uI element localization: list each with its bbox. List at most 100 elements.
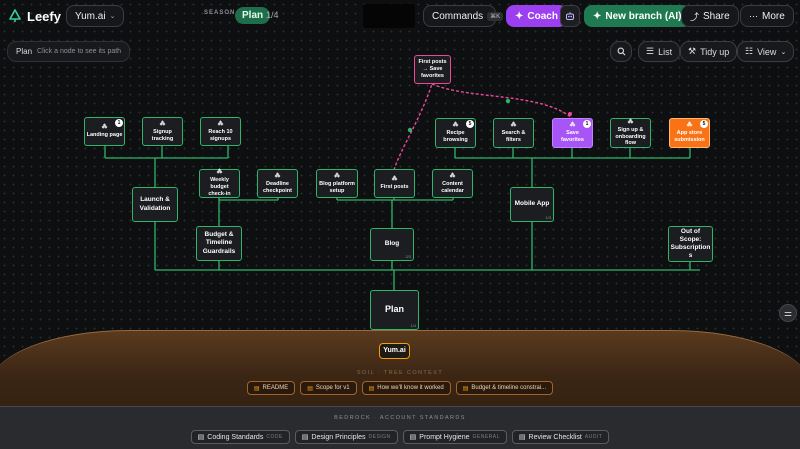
soil-tag[interactable]: ▤ Budget & timeline constrai... bbox=[455, 381, 554, 395]
soil-tags: ▤ README ▤ Scope for v1 ▤ How we'll know it… bbox=[0, 381, 800, 395]
link-node[interactable]: First posts → Save favorites bbox=[414, 55, 451, 84]
coach-button[interactable]: ✦ Coach bbox=[506, 5, 567, 27]
node-save-favorites[interactable]: ⁂ Save favorites 1 bbox=[552, 118, 593, 148]
chevron-down-icon: ⌄ bbox=[109, 13, 116, 20]
soil-tag-label: Scope for v1 bbox=[315, 385, 350, 391]
project-name: Yum.ai bbox=[75, 10, 106, 22]
doc-icon: ▤ bbox=[368, 385, 375, 392]
node-label: Content calendar bbox=[441, 180, 464, 194]
wand-icon: ⚒ bbox=[688, 46, 697, 56]
node-badge: 5 bbox=[466, 120, 474, 128]
bedrock-tag-category: AUDIT bbox=[584, 434, 603, 440]
node-plan[interactable]: Plan 1/4 bbox=[370, 290, 419, 330]
node-badge: 1 bbox=[115, 119, 123, 127]
soil-tag[interactable]: ▤ How we'll know it worked bbox=[361, 381, 451, 395]
node-label: Yum.ai bbox=[383, 346, 406, 354]
layout-toggle-button[interactable]: ⚌ bbox=[779, 304, 797, 322]
link-label: First posts → Save favorites bbox=[418, 59, 447, 79]
node-launch-validation[interactable]: Launch & Validation bbox=[132, 187, 178, 222]
hint-text: Click a node to see its path bbox=[37, 48, 122, 55]
bedrock-tag[interactable]: ▤ Review Checklist AUDIT bbox=[511, 430, 610, 444]
node-label: Blog platform setup bbox=[319, 180, 355, 194]
node-signup-tracking[interactable]: ⁂ Signup tracking bbox=[142, 117, 183, 146]
season-count: 1/4 bbox=[266, 10, 279, 20]
soil-tag[interactable]: ▤ Scope for v1 bbox=[300, 381, 357, 395]
node-label: Reach 10 signups bbox=[208, 128, 233, 142]
season-selector[interactable]: Plan bbox=[235, 7, 271, 24]
more-button[interactable]: ⋯ More bbox=[740, 5, 794, 27]
share-button[interactable]: ⤴ Share bbox=[681, 5, 739, 27]
node-label: Blog bbox=[384, 240, 400, 248]
leaf-icon: ⁂ bbox=[216, 169, 223, 176]
bedrock-tag-label: Prompt Hygiene bbox=[419, 433, 470, 441]
coach-label: Coach bbox=[527, 10, 558, 22]
redacted-area bbox=[363, 4, 415, 28]
doc-icon: ▤ bbox=[518, 434, 526, 441]
node-label: Search & filters bbox=[501, 130, 526, 143]
bedrock-tag[interactable]: ▤ Coding Standards CODE bbox=[190, 430, 290, 444]
sparkle-icon: ✦ bbox=[593, 10, 602, 22]
soil-tag[interactable]: ▤ README bbox=[246, 381, 296, 395]
leaf-icon: ⁂ bbox=[334, 172, 340, 179]
bot-button[interactable] bbox=[560, 5, 580, 27]
view-button[interactable]: ☷ View ⌄ bbox=[737, 41, 795, 62]
bedrock-tag[interactable]: ▤ Prompt Hygiene GENERAL bbox=[402, 430, 507, 444]
commands-button[interactable]: Commands ⌘K bbox=[423, 5, 504, 27]
bedrock-tag-category: CODE bbox=[266, 434, 283, 440]
chevron-down-icon: ⌄ bbox=[780, 48, 787, 56]
leaf-icon: ⁂ bbox=[686, 122, 693, 129]
node-landing-page[interactable]: ⁂ Landing page 1 bbox=[84, 117, 125, 146]
root-node-yum[interactable]: Yum.ai bbox=[379, 343, 410, 359]
node-out-of-scope[interactable]: Out of Scope: Subscription s bbox=[668, 226, 713, 262]
bedrock-tag-label: Review Checklist bbox=[528, 433, 582, 441]
sparkle-icon: ✦ bbox=[515, 10, 524, 22]
node-content-calendar[interactable]: ⁂ Content calendar bbox=[432, 169, 473, 198]
commands-label: Commands bbox=[432, 10, 484, 22]
node-first-posts[interactable]: ⁂ First posts bbox=[374, 169, 415, 198]
node-blog[interactable]: Blog 2/3 bbox=[370, 228, 414, 261]
node-label: First posts bbox=[380, 184, 409, 191]
node-signup-flow[interactable]: ⁂ Sign up & onboarding flow bbox=[610, 118, 651, 148]
leaf-icon: ⁂ bbox=[452, 122, 459, 129]
list-button[interactable]: ☰ List bbox=[638, 41, 681, 62]
more-label: More bbox=[762, 10, 785, 22]
soil-title: SOIL · TREE CONTEXT bbox=[356, 370, 444, 376]
tidy-up-button[interactable]: ⚒ Tidy up bbox=[680, 41, 738, 62]
node-blog-platform[interactable]: ⁂ Blog platform setup bbox=[316, 169, 358, 198]
node-recipe-browsing[interactable]: ⁂ Recipe browsing 5 bbox=[435, 118, 476, 148]
project-selector[interactable]: Yum.ai ⌄ bbox=[66, 5, 125, 27]
sliders-icon: ☷ bbox=[745, 46, 754, 56]
bedrock-tags: ▤ Coding Standards CODE ▤ Design Principles… bbox=[0, 430, 800, 444]
leaf-icon: ⁂ bbox=[274, 172, 281, 179]
node-badge: 5 bbox=[700, 120, 708, 128]
node-weekly-budget[interactable]: ⁂ Weekly budget check-in bbox=[199, 169, 240, 198]
node-progress: 2/3 bbox=[405, 254, 411, 259]
doc-icon: ▤ bbox=[307, 385, 313, 392]
node-label: Weekly budget check-in bbox=[208, 177, 231, 197]
new-branch-label: New branch (AI) bbox=[605, 10, 682, 22]
view-label: View bbox=[757, 46, 777, 57]
commands-shortcut: ⌘K bbox=[487, 11, 504, 21]
bedrock-tag-category: GENERAL bbox=[472, 434, 500, 440]
list-label: List bbox=[658, 46, 673, 57]
node-reach-signups[interactable]: ⁂ Reach 10 signups bbox=[200, 117, 241, 146]
new-branch-button[interactable]: ✦ New branch (AI) bbox=[584, 5, 691, 27]
doc-icon: ▤ bbox=[301, 434, 309, 441]
season-label: SEASON bbox=[204, 10, 236, 16]
doc-icon: ▤ bbox=[197, 434, 205, 441]
share-label: Share bbox=[703, 10, 730, 22]
doc-icon: ▤ bbox=[462, 385, 469, 392]
bedrock-tag[interactable]: ▤ Design Principles DESIGN bbox=[294, 430, 398, 444]
node-label: Plan bbox=[384, 304, 404, 315]
node-deadline-checkpoint[interactable]: ⁂ Deadline checkpoint bbox=[257, 169, 298, 198]
leaf-icon: ⁂ bbox=[391, 176, 398, 183]
search-icon bbox=[617, 47, 625, 56]
node-label: Launch & Validation bbox=[139, 196, 171, 212]
app-root: Leefy Yum.ai ⌄ SEASON Plan 1/4 Commands … bbox=[0, 0, 800, 449]
node-mobile-app[interactable]: Mobile App 1/3 bbox=[510, 187, 554, 222]
search-button[interactable] bbox=[610, 41, 632, 62]
node-app-store[interactable]: ⁂ App store submission 5 bbox=[669, 118, 710, 148]
app-logo[interactable]: Leefy bbox=[8, 9, 61, 24]
node-budget-guardrails[interactable]: Budget & Timeline Guardrails bbox=[196, 226, 242, 261]
node-search-filters[interactable]: ⁂ Search & filters bbox=[493, 118, 534, 148]
